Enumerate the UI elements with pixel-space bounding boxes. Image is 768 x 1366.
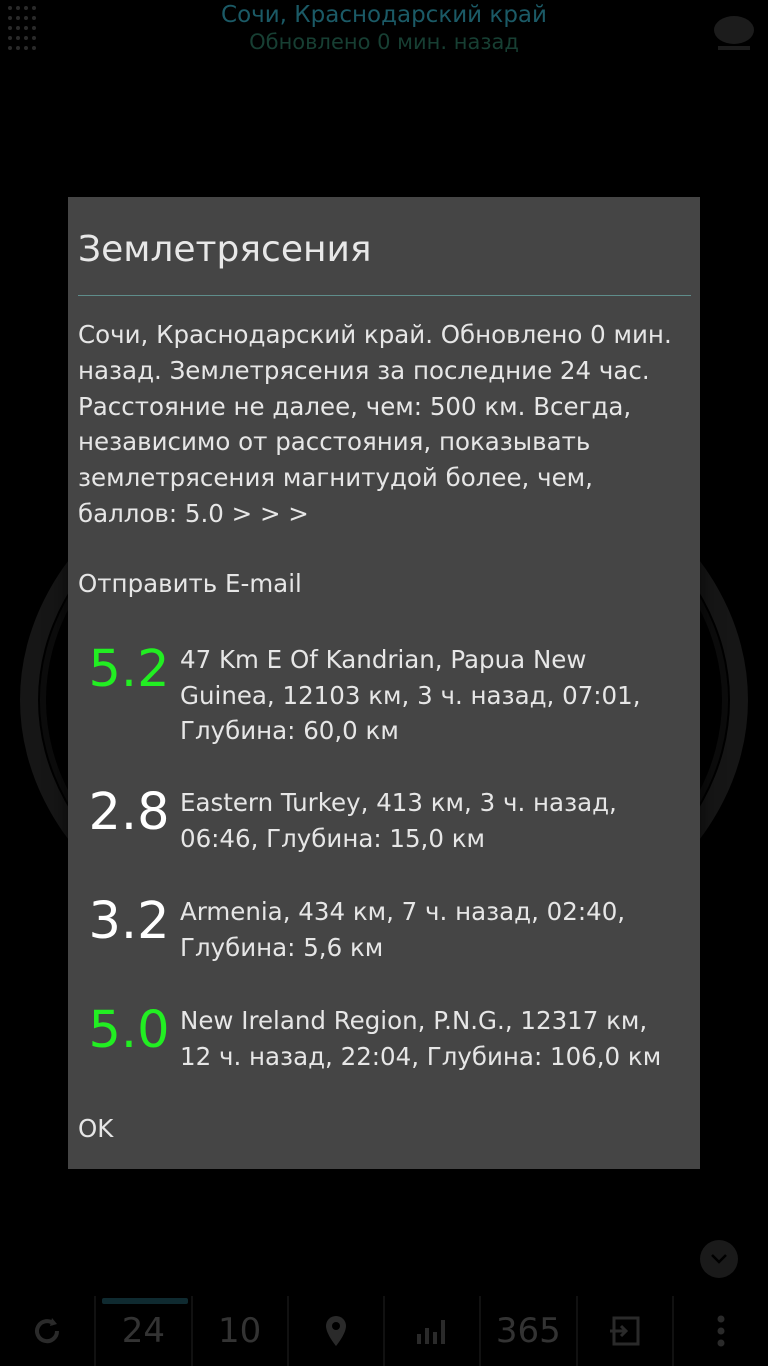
dialog-message: Сочи, Краснодарский край. Обновлено 0 ми… (78, 320, 672, 528)
bottom-refresh-button[interactable] (0, 1296, 97, 1366)
bottom-location-button[interactable] (289, 1296, 385, 1366)
bottom-more-button[interactable] (674, 1296, 768, 1366)
scroll-down-button[interactable] (700, 1240, 738, 1278)
quake-details: New Ireland Region, P.N.G., 12317 км, 12… (180, 1006, 662, 1071)
quake-item[interactable]: 5.0 New Ireland Region, P.N.G., 12317 км… (78, 1003, 686, 1074)
quake-magnitude: 5.0 (88, 1001, 170, 1060)
header-city: Сочи, Краснодарский край (221, 2, 547, 28)
refresh-icon (35, 1318, 60, 1344)
more-icon (717, 1315, 725, 1347)
ok-button[interactable]: OK (78, 1114, 113, 1143)
cloud-icon[interactable] (708, 8, 760, 54)
quake-magnitude: 5.2 (88, 640, 170, 699)
quake-magnitude: 2.8 (88, 783, 170, 842)
quake-item[interactable]: 5.2 47 Km E Of Kandrian, Papua New Guine… (78, 642, 686, 749)
header-updated: Обновлено 0 мин. назад (249, 30, 519, 54)
exit-icon (609, 1316, 640, 1346)
quake-details: Eastern Turkey, 413 км, 3 ч. назад, 06:4… (180, 788, 617, 853)
quake-details: Armenia, 434 км, 7 ч. назад, 02:40, Глуб… (180, 897, 626, 962)
bottom-365-label: 365 (495, 1311, 561, 1351)
bottom-24h-button[interactable]: 24 (96, 1296, 193, 1366)
quake-magnitude: 3.2 (88, 892, 170, 951)
app-header: Сочи, Краснодарский край Обновлено 0 мин… (0, 0, 768, 60)
bottom-24h-label: 24 (121, 1311, 165, 1351)
send-email-button[interactable]: Отправить E-mail (78, 569, 302, 598)
quake-details: 47 Km E Of Kandrian, Papua New Guinea, 1… (180, 645, 641, 745)
bottom-10d-label: 10 (217, 1311, 262, 1351)
earthquakes-dialog: Землетрясения Сочи, Краснодарский край. … (68, 197, 700, 1169)
bottom-trend-button[interactable] (385, 1296, 482, 1366)
quake-item[interactable]: 3.2 Armenia, 434 км, 7 ч. назад, 02:40, … (78, 894, 686, 965)
bottom-bar: 24 10 365 (0, 1296, 768, 1366)
quake-item[interactable]: 2.8 Eastern Turkey, 413 км, 3 ч. назад, … (78, 785, 686, 856)
bottom-10d-button[interactable]: 10 (193, 1296, 289, 1366)
dialog-title: Землетрясения (78, 229, 372, 270)
trend-icon (417, 1320, 446, 1344)
chevron-down-icon (711, 1254, 727, 1264)
bottom-365-button[interactable]: 365 (481, 1296, 578, 1366)
dialog-divider (78, 295, 691, 296)
bottom-exit-button[interactable] (578, 1296, 674, 1366)
location-icon (325, 1316, 346, 1346)
